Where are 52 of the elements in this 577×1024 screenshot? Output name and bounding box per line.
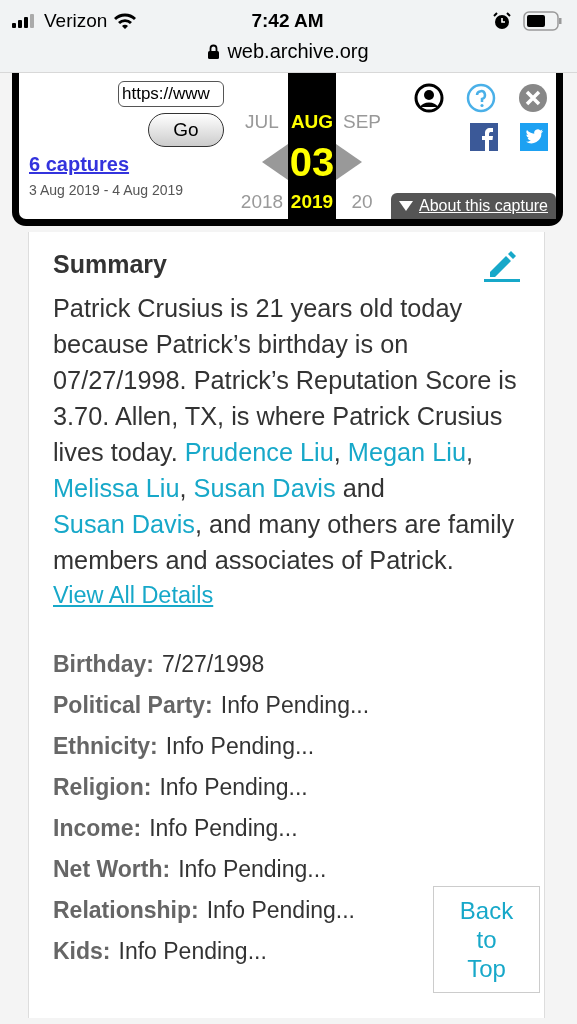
detail-label: Religion: (53, 773, 152, 802)
person-link[interactable]: Prudence Liu (184, 438, 334, 466)
date-range: 3 Aug 2019 - 4 Aug 2019 (29, 182, 184, 198)
previous-arrow-icon[interactable] (262, 144, 288, 180)
detail-value: Info Pending... (206, 896, 355, 925)
month-label[interactable]: JUL (245, 111, 279, 133)
detail-value: Info Pending... (159, 773, 308, 802)
section-title: Summary (53, 249, 167, 279)
detail-label: Political Party: (53, 691, 213, 720)
view-details-link[interactable]: View All Details (53, 582, 214, 609)
alarm-icon (493, 12, 511, 30)
person-link[interactable]: Megan Liu (347, 438, 466, 466)
wifi-icon (113, 12, 138, 30)
user-icon[interactable] (414, 83, 444, 113)
summary-text: Patrick Crusius is 21 years old today because Patrick’s birthday is on 07/27/1998. Patrick’s Reputation Score is 3.70. Allen, TX, is where Patrick Crusius lives today. Prudence Liu, Megan Liu, Melissa Liu, Susan Davis and Susan Davis, and many others are family members and associates of Patrick. (53, 293, 518, 576)
year-label[interactable]: 20 (351, 191, 373, 213)
lock-icon (208, 43, 220, 59)
detail-value: Info Pending... (220, 691, 370, 720)
url-field[interactable]: https://www (118, 81, 224, 107)
facebook-icon[interactable] (470, 123, 498, 151)
caret-icon (399, 201, 414, 211)
detail-value: Info Pending... (178, 855, 327, 884)
detail-value: Info Pending... (165, 732, 315, 761)
month-label[interactable]: SEP (343, 111, 381, 133)
detail-label: Income: (53, 814, 142, 843)
detail-value: 7/27/1998 (161, 650, 265, 679)
person-link[interactable]: Melissa Liu (53, 474, 180, 502)
captures-link[interactable]: 6 captures (29, 153, 130, 176)
address-domain[interactable]: web.archive.org (227, 39, 369, 63)
help-icon[interactable] (466, 83, 496, 113)
go-button[interactable]: Go (148, 113, 224, 147)
person-link[interactable]: Susan Davis (53, 510, 195, 538)
day-label: 03 (288, 139, 336, 185)
person-link[interactable]: Susan Davis (193, 474, 336, 502)
twitter-icon[interactable] (520, 123, 548, 151)
battery-icon (523, 11, 563, 31)
year-label[interactable]: 2018 (240, 191, 284, 213)
close-icon[interactable] (518, 83, 548, 113)
detail-label: Kids: (53, 937, 111, 966)
detail-value: Info Pending... (149, 814, 298, 843)
year-label[interactable]: 2019 (290, 191, 334, 213)
carrier-name: Verizon (44, 10, 108, 32)
detail-label: Relationship: (53, 896, 199, 925)
back-to-top-button[interactable]: Back to Top (433, 886, 540, 993)
month-label[interactable]: AUG (290, 111, 334, 133)
detail-label: Net Worth: (53, 855, 171, 884)
next-arrow-icon[interactable] (336, 144, 362, 180)
detail-label: Birthday: (53, 650, 154, 679)
clock-time: 7:42 AM (251, 10, 324, 32)
about-capture-button[interactable]: About this capture (391, 193, 556, 219)
detail-value: Info Pending... (118, 937, 267, 966)
detail-label: Ethnicity: (53, 732, 158, 761)
